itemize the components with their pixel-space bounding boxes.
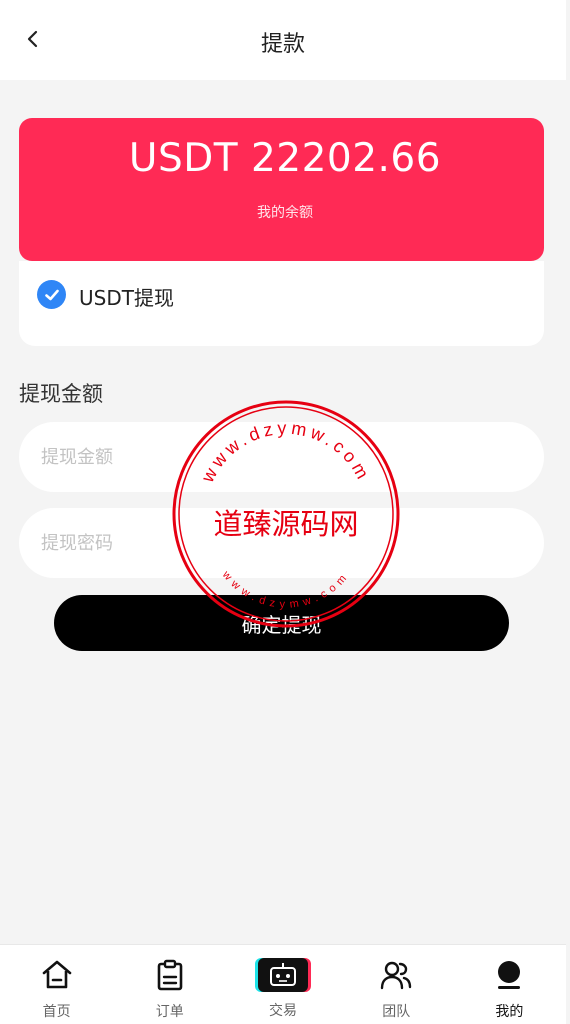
- tab-label: 订单: [155, 1004, 184, 1020]
- checkmark-icon: [44, 289, 59, 300]
- amount-input[interactable]: [19, 422, 544, 492]
- tab-orders[interactable]: 订单: [113, 945, 226, 1024]
- confirm-withdraw-button[interactable]: 确定提现: [54, 595, 509, 651]
- tab-trade[interactable]: 交易: [226, 945, 339, 1024]
- user-icon: [498, 961, 521, 989]
- page-title: 提款: [260, 32, 305, 57]
- balance-label: 我的余额: [257, 205, 313, 221]
- balance-amount: USDT 22202.66: [128, 136, 442, 181]
- home-icon: [42, 960, 71, 989]
- tab-mine[interactable]: 我的: [453, 945, 566, 1024]
- amount-section-label: 提现金额: [19, 382, 103, 406]
- top-nav-bar: 提款: [0, 0, 566, 80]
- method-checkbox[interactable]: [37, 280, 66, 309]
- tab-home[interactable]: 首页: [0, 945, 113, 1024]
- tab-team[interactable]: 团队: [340, 945, 453, 1024]
- team-icon: [381, 961, 412, 990]
- tab-label: 我的: [495, 1004, 524, 1020]
- clipboard-icon: [157, 959, 183, 991]
- tab-label: 交易: [269, 1003, 297, 1019]
- withdraw-method-label[interactable]: USDT提现: [79, 282, 174, 311]
- password-input[interactable]: [19, 508, 544, 578]
- bottom-tab-bar: 首页 订单 交易 团队 我的: [0, 944, 566, 1024]
- robot-icon: [258, 958, 308, 992]
- tab-label: 团队: [382, 1004, 411, 1020]
- tab-label: 首页: [42, 1004, 71, 1020]
